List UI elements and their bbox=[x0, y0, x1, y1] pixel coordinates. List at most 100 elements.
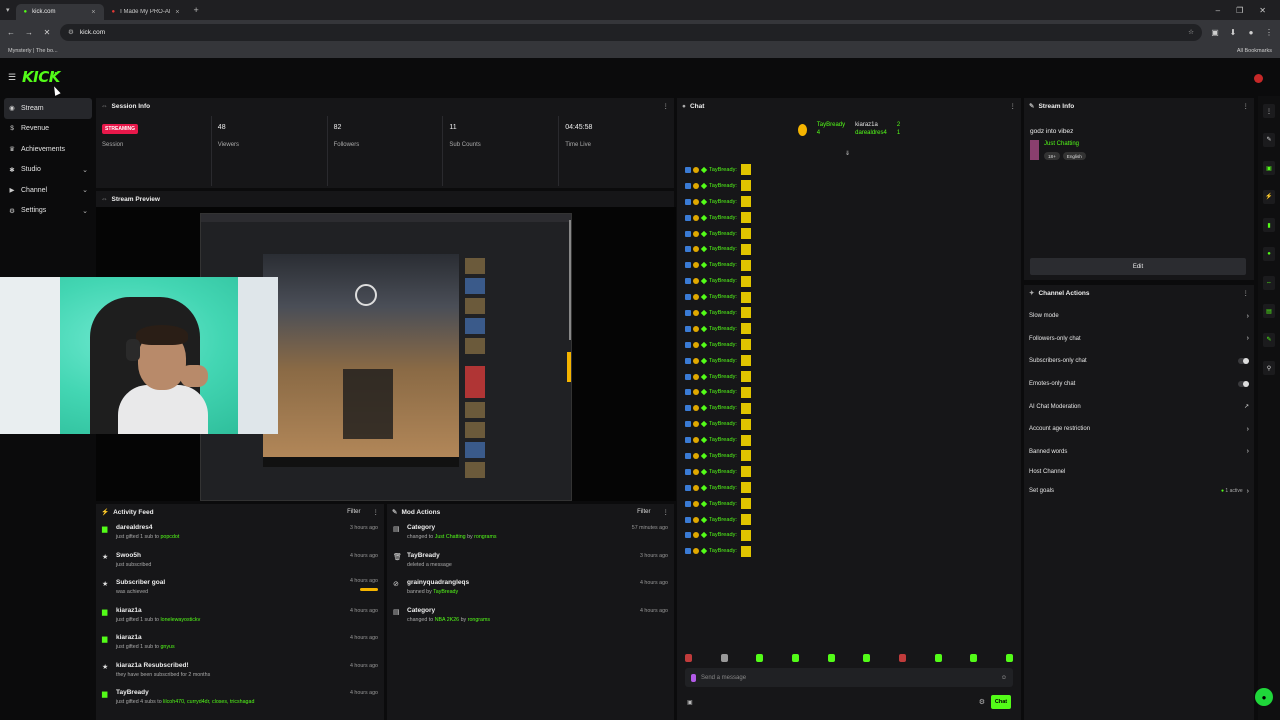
feed-link[interactable]: rongrams bbox=[468, 617, 490, 623]
chevron-right-icon[interactable]: › bbox=[1247, 426, 1249, 433]
more-options-icon[interactable]: ⋮ bbox=[1243, 289, 1250, 297]
more-options-icon[interactable]: ⋮ bbox=[373, 508, 380, 516]
list-item[interactable]: ▆ TayBready just gifted 4 subs to lilcoh… bbox=[96, 685, 384, 713]
chat-message[interactable]: TayBready: bbox=[685, 353, 751, 369]
action-account-age[interactable]: Account age restriction › bbox=[1024, 418, 1254, 441]
chat-username[interactable]: TayBready: bbox=[709, 437, 737, 443]
emote-icon[interactable] bbox=[970, 654, 978, 662]
back-icon[interactable]: ← bbox=[6, 28, 16, 37]
chat-username[interactable]: TayBready: bbox=[709, 310, 737, 316]
emote-icon[interactable] bbox=[1005, 654, 1013, 662]
chat-username[interactable]: TayBready: bbox=[709, 326, 737, 332]
menu-icon[interactable]: ☰ bbox=[8, 72, 16, 83]
sidebar-item-stream[interactable]: ◉ Stream bbox=[4, 98, 92, 119]
layout-icon[interactable]: ▣ bbox=[1263, 161, 1275, 176]
forward-icon[interactable]: → bbox=[24, 28, 34, 37]
close-window-icon[interactable]: ✕ bbox=[1259, 6, 1266, 15]
chat-message[interactable]: TayBready: bbox=[685, 289, 751, 305]
feed-link[interactable]: lilcoh470, curryd4dr, closes, tricshagad bbox=[163, 699, 254, 705]
chat-message[interactable]: TayBready: bbox=[685, 178, 751, 194]
chat-message[interactable]: TayBready: bbox=[685, 400, 751, 416]
link-icon[interactable]: ⚲ bbox=[1263, 361, 1275, 376]
chat-username[interactable]: TayBready: bbox=[709, 262, 737, 268]
chat-icon[interactable]: ● bbox=[1263, 246, 1275, 261]
feed-link[interactable]: gnyus bbox=[160, 644, 174, 650]
category-link[interactable]: Just Chatting bbox=[1044, 141, 1079, 147]
chevron-right-icon[interactable]: › bbox=[1247, 448, 1249, 455]
edit-layout-icon[interactable]: ✎ bbox=[1263, 132, 1275, 147]
chat-message[interactable]: TayBready: bbox=[685, 257, 751, 273]
emote-icon[interactable] bbox=[827, 654, 835, 662]
extensions-icon[interactable]: ▣ bbox=[1210, 28, 1220, 37]
chat-message[interactable]: TayBready: bbox=[685, 369, 751, 385]
drag-handle-icon[interactable]: ⇔ bbox=[101, 196, 108, 203]
profile-icon[interactable]: ● bbox=[1246, 28, 1256, 37]
chat-message[interactable]: TayBready: bbox=[685, 321, 751, 337]
emote-icon[interactable] bbox=[863, 654, 871, 662]
chat-username[interactable]: TayBready: bbox=[709, 389, 737, 395]
list-item[interactable]: ★ Subscriber goal was achieved 4 hours a… bbox=[96, 575, 384, 603]
tab-youtube[interactable]: ● I Made My PRO-AM DEBU × bbox=[104, 4, 188, 20]
bolt-icon[interactable]: ⚡ bbox=[1263, 189, 1275, 204]
list-item[interactable]: ▆ kiaraz1a just gifted 1 sub to gnyus 4 … bbox=[96, 630, 384, 658]
chat-message[interactable]: TayBready: bbox=[685, 337, 751, 353]
leader-name[interactable]: darealdres4 bbox=[855, 130, 887, 136]
chat-message[interactable]: TayBready: bbox=[685, 496, 751, 512]
address-bar[interactable]: ⚙ kick.com ☆ bbox=[60, 23, 1202, 41]
chat-username[interactable]: TayBready: bbox=[709, 167, 737, 173]
document-icon[interactable]: ▤ bbox=[1263, 304, 1275, 319]
chat-message[interactable]: TayBready: bbox=[685, 543, 751, 559]
action-host-channel[interactable]: Host Channel bbox=[1024, 463, 1254, 480]
list-item[interactable]: ▆ kiaraz1a just gifted 1 sub to lonelewa… bbox=[96, 603, 384, 631]
filter-button[interactable]: Filter bbox=[637, 509, 650, 515]
sidebar-item-achievements[interactable]: ♛ Achievements bbox=[0, 139, 96, 160]
more-options-icon[interactable]: ⋮ bbox=[1010, 102, 1017, 110]
chat-username[interactable]: TayBready: bbox=[709, 421, 737, 427]
chat-username[interactable]: TayBready: bbox=[709, 453, 737, 459]
emote-icon[interactable] bbox=[898, 654, 906, 662]
more-options-icon[interactable]: ⋮ bbox=[663, 508, 670, 516]
feed-link[interactable]: NBA 2K26 bbox=[435, 617, 459, 623]
chat-username[interactable]: TayBready: bbox=[709, 501, 737, 507]
edit-stream-button[interactable]: Edit bbox=[1030, 258, 1246, 275]
site-info-icon[interactable]: ⚙ bbox=[68, 28, 74, 36]
chat-message[interactable]: TayBready: bbox=[685, 305, 751, 321]
chat-message[interactable]: TayBready: bbox=[685, 464, 751, 480]
chat-message[interactable]: TayBready: bbox=[685, 226, 751, 242]
chat-message[interactable]: TayBready: bbox=[685, 416, 751, 432]
list-item[interactable]: ▤ Category changed to NBA 2K26 by rongra… bbox=[387, 603, 674, 631]
more-options-icon[interactable]: ⋮ bbox=[663, 102, 670, 110]
chat-username[interactable]: TayBready: bbox=[709, 215, 737, 221]
chat-username[interactable]: TayBready: bbox=[709, 358, 737, 364]
chevron-right-icon[interactable]: › bbox=[1247, 313, 1249, 320]
subscribers-only-toggle[interactable] bbox=[1238, 358, 1249, 365]
action-set-goals[interactable]: Set goals ● 1 active › bbox=[1024, 480, 1254, 503]
tab-kick[interactable]: ● kick.com × bbox=[15, 4, 104, 20]
feed-link[interactable]: rongrams bbox=[474, 534, 496, 540]
leader-name[interactable]: kiaraz1a bbox=[855, 122, 887, 128]
list-item[interactable]: ▆ darealdres4 just gifted 1 sub to popcd… bbox=[96, 520, 384, 548]
drag-handle-icon[interactable]: ⇔ bbox=[101, 103, 108, 110]
chat-message[interactable]: TayBready: bbox=[685, 194, 751, 210]
chat-username[interactable]: TayBready: bbox=[709, 294, 737, 300]
chat-message[interactable]: TayBready: bbox=[685, 162, 751, 178]
leader-name[interactable]: TayBready bbox=[817, 122, 845, 128]
chevron-down-icon[interactable]: ⌄ bbox=[82, 207, 88, 215]
chat-message[interactable]: TayBready: bbox=[685, 480, 751, 496]
all-bookmarks[interactable]: All Bookmarks bbox=[1237, 48, 1272, 54]
chat-username[interactable]: TayBready: bbox=[709, 246, 737, 252]
chat-username[interactable]: TayBready: bbox=[709, 183, 737, 189]
chat-username[interactable]: TayBready: bbox=[709, 231, 737, 237]
chevron-right-icon[interactable]: › bbox=[1247, 488, 1249, 495]
avatar[interactable] bbox=[1254, 74, 1263, 83]
action-banned-words[interactable]: Banned words › bbox=[1024, 441, 1254, 464]
send-chat-button[interactable]: Chat bbox=[991, 695, 1011, 709]
bookmark-item[interactable]: Mynsterly | The bo... bbox=[8, 48, 58, 54]
chat-username[interactable]: TayBready: bbox=[709, 532, 737, 538]
close-tab-icon[interactable]: × bbox=[91, 9, 95, 16]
feed-link[interactable]: TayBready bbox=[433, 589, 458, 595]
chat-message[interactable]: TayBready: bbox=[685, 273, 751, 289]
list-item[interactable]: ★ Swoo5h just subscribed 4 hours ago bbox=[96, 548, 384, 576]
bookmark-star-icon[interactable]: ☆ bbox=[1188, 28, 1194, 36]
feed-link[interactable]: lonelewayostickv bbox=[160, 617, 200, 623]
